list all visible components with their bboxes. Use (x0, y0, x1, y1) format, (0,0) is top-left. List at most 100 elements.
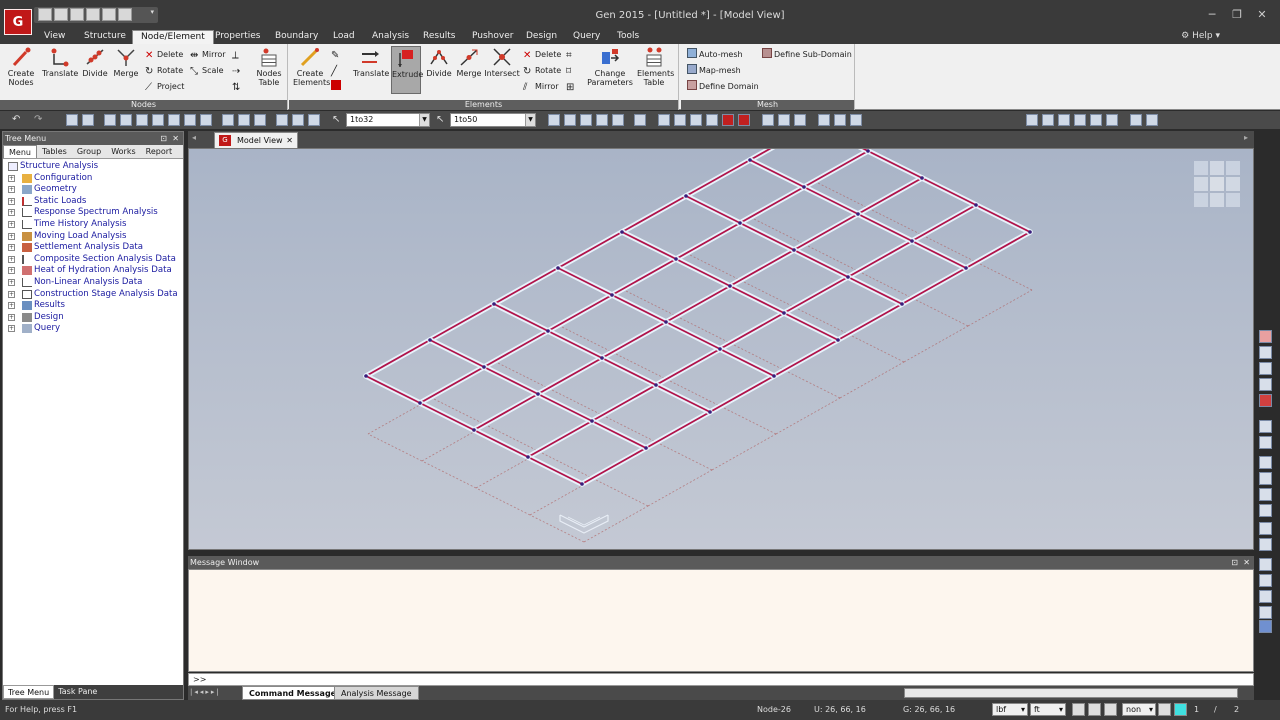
tab-analysis-message[interactable]: Analysis Message (334, 686, 419, 700)
beam-trans[interactable] (793, 249, 849, 278)
beam-trans[interactable] (557, 267, 613, 296)
beam-trans[interactable] (911, 240, 967, 269)
define-sub-domain-button[interactable]: Define Sub-Domain (762, 48, 852, 62)
view-left-icon[interactable] (1259, 488, 1272, 501)
view-iso-icon[interactable] (674, 114, 686, 126)
delete-nodes-button[interactable]: ✕ Delete (145, 48, 183, 62)
node-point[interactable] (620, 230, 624, 234)
node-point[interactable] (654, 383, 658, 387)
zoom-window-icon[interactable] (1259, 378, 1272, 391)
beam-long[interactable] (719, 312, 785, 350)
view-bottom-icon[interactable] (1259, 472, 1272, 485)
expand-icon[interactable]: + (8, 302, 15, 310)
node-point[interactable] (910, 239, 914, 243)
beam-trans[interactable] (921, 177, 977, 206)
beam-trans[interactable] (749, 159, 805, 188)
beam-long[interactable] (901, 267, 967, 305)
snap-point-icon[interactable] (1072, 703, 1085, 716)
node-point[interactable] (836, 338, 840, 342)
tab-command-message[interactable]: Command Message (242, 686, 344, 700)
beam-long[interactable] (857, 177, 923, 215)
expand-icon[interactable]: + (8, 255, 15, 263)
tree-tab-works[interactable]: Works (106, 145, 140, 158)
highlight-icon[interactable] (1174, 703, 1187, 716)
beam-long[interactable] (527, 420, 593, 458)
expand-icon[interactable]: + (8, 325, 15, 333)
beam-trans-edge[interactable] (814, 149, 871, 154)
node-select-combo[interactable]: 1to32 ▼ (346, 113, 430, 127)
spreadsheet-icon[interactable] (1146, 114, 1158, 126)
tab-design[interactable]: Design (518, 30, 565, 44)
node-point[interactable] (536, 392, 540, 396)
close-button[interactable]: ✕ (1255, 9, 1269, 21)
distance-icon[interactable] (596, 114, 608, 126)
beam-long[interactable] (547, 294, 613, 332)
tree-item-non-linear[interactable]: + Non-Linear Analysis Data (3, 277, 183, 289)
perspective-icon[interactable] (1259, 538, 1272, 551)
node-tool-icon-a[interactable]: ⟂ (232, 48, 244, 62)
beam-long[interactable] (749, 149, 814, 161)
beam-trans[interactable] (527, 456, 583, 485)
beam-trans[interactable] (655, 384, 711, 413)
tree-item-construction-stage[interactable]: + Construction Stage Analysis Data (3, 289, 183, 301)
beam-long[interactable] (729, 249, 795, 287)
tab-tools[interactable]: Tools (609, 30, 647, 44)
tree-item-settlement[interactable]: + Settlement Analysis Data (3, 242, 183, 254)
rotate-view-icon[interactable] (1259, 330, 1272, 343)
create-elements-button[interactable]: Create Elements (293, 46, 330, 87)
expand-icon[interactable]: + (8, 290, 15, 298)
node-point[interactable] (644, 446, 648, 450)
rotate-nodes-button[interactable]: ↻ Rotate (145, 64, 183, 78)
nodes-table-button[interactable]: Nodes Table (252, 46, 286, 87)
view-right-icon[interactable] (1259, 504, 1272, 517)
element-select-combo[interactable]: 1to50 ▼ (450, 113, 536, 127)
node-point[interactable] (664, 320, 668, 324)
table-grid-icon[interactable] (1130, 114, 1142, 126)
beam-trans[interactable] (429, 339, 485, 368)
element-tool-icon-b[interactable]: ⌑ (566, 64, 578, 78)
node-point[interactable] (782, 311, 786, 315)
tree-tab-report[interactable]: Report (141, 145, 178, 158)
translate-nodes-button[interactable]: Translate (42, 46, 78, 78)
play-icon[interactable] (1104, 703, 1117, 716)
node-point[interactable] (526, 455, 530, 459)
beam-trans[interactable] (419, 402, 475, 431)
redo-icon[interactable]: ↷ (34, 114, 46, 126)
tab-nav-icon[interactable]: |◂◂▸▸| (190, 688, 221, 696)
map-mesh-button[interactable]: Map-mesh (687, 64, 741, 78)
mirror-nodes-button[interactable]: ⇹ Mirror (190, 48, 226, 62)
beam-trans[interactable] (591, 420, 647, 449)
element-red-button[interactable] (331, 80, 343, 94)
beam-long[interactable] (803, 150, 869, 188)
line-grid-icon[interactable] (634, 114, 646, 126)
divide-elements-button[interactable]: Divide (422, 46, 456, 78)
select-volume-icon[interactable] (200, 114, 212, 126)
select-previous-icon[interactable] (152, 114, 164, 126)
beam-long[interactable] (655, 348, 721, 386)
node-point[interactable] (580, 482, 584, 486)
measure-icon[interactable] (1090, 114, 1102, 126)
expand-icon[interactable]: + (8, 174, 15, 182)
model-grid-svg[interactable] (189, 149, 1254, 550)
beam-trans[interactable] (665, 321, 721, 350)
lock-icon[interactable] (834, 114, 846, 126)
node-point[interactable] (708, 410, 712, 414)
dimension-icon[interactable] (580, 114, 592, 126)
tree-tab-tables[interactable]: Tables (37, 145, 72, 158)
beam-trans[interactable] (719, 348, 775, 377)
tree-item-moving-load[interactable]: + Moving Load Analysis (3, 231, 183, 243)
beam-long[interactable] (601, 321, 667, 359)
tree-item-results[interactable]: + Results (3, 300, 183, 312)
model-view-tab[interactable]: G Model View ✕ (214, 132, 298, 148)
node-point[interactable] (728, 284, 732, 288)
undo-icon[interactable]: ↶ (12, 114, 24, 126)
unlock-icon[interactable] (850, 114, 862, 126)
beam-long[interactable] (685, 159, 751, 197)
pan-icon[interactable] (1259, 420, 1272, 433)
node-point[interactable] (600, 356, 604, 360)
beam-long[interactable] (611, 258, 677, 296)
select-polygon-icon[interactable] (82, 114, 94, 126)
beam-long[interactable] (675, 222, 741, 260)
tree-item-response-spectrum[interactable]: + Response Spectrum Analysis (3, 207, 183, 219)
node-point[interactable] (364, 374, 368, 378)
